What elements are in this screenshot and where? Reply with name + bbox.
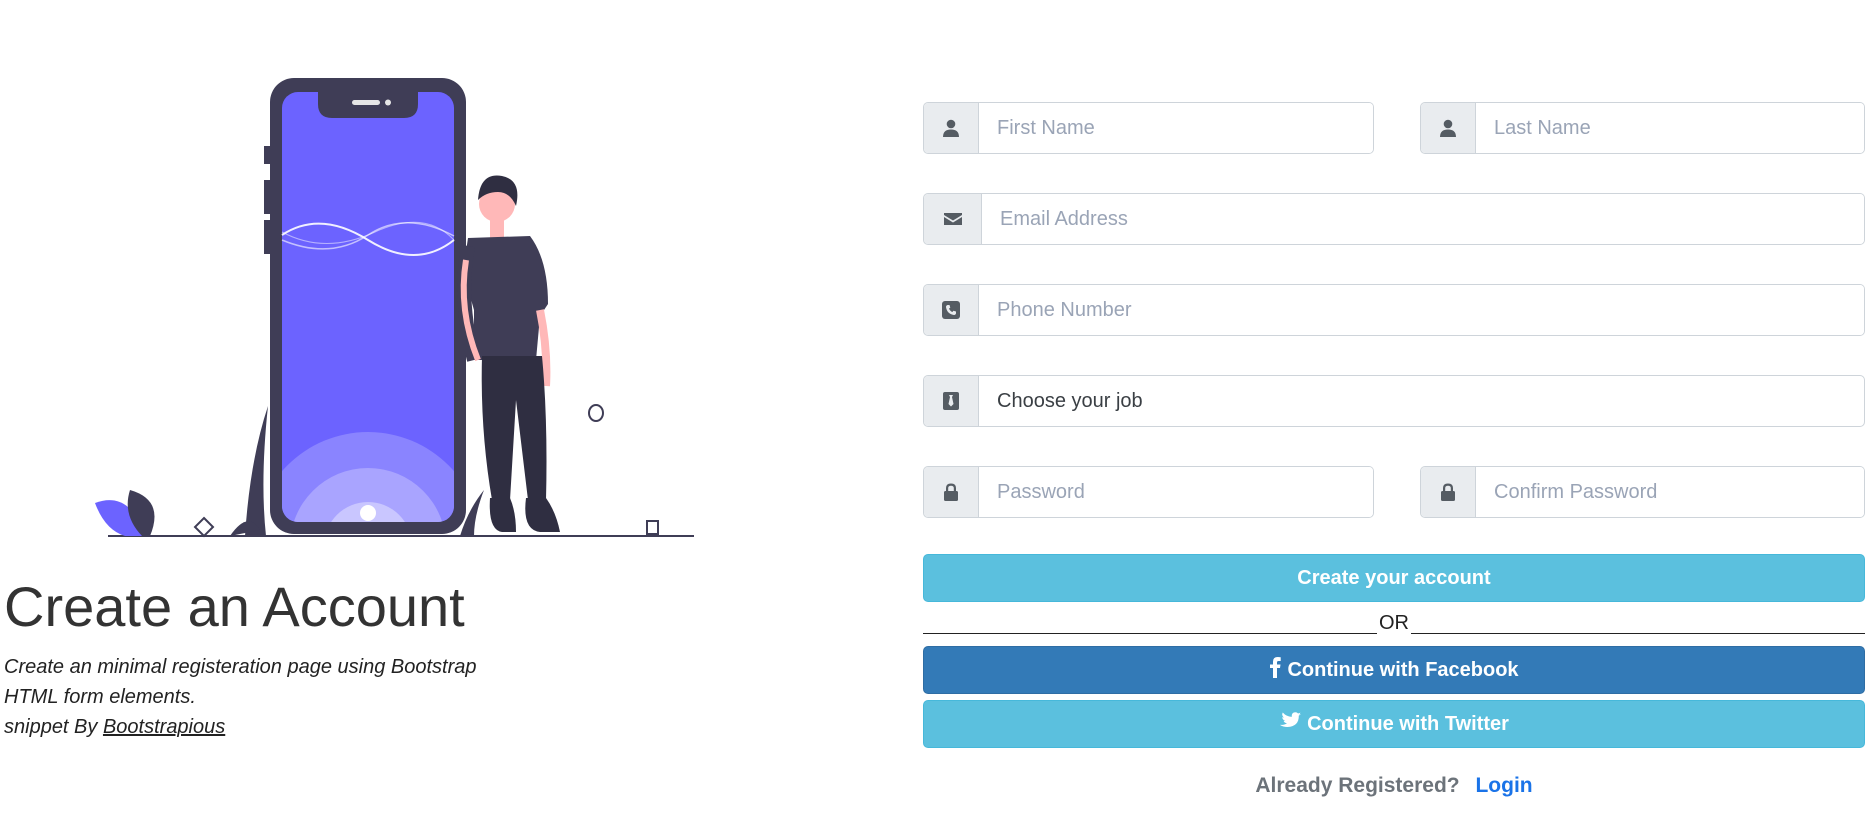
user-icon — [924, 103, 979, 153]
phone-person-illustration — [95, 78, 694, 538]
description-line-1: Create an minimal registeration page usi… — [4, 656, 477, 678]
or-text: OR — [1379, 612, 1409, 634]
confirm-password-input[interactable] — [1476, 467, 1864, 517]
confirm-password-group — [1420, 466, 1865, 518]
description-line-2: HTML form elements. — [4, 686, 196, 708]
password-input[interactable] — [979, 467, 1373, 517]
divider-rule-right — [1411, 612, 1865, 634]
create-account-button[interactable]: Create your account — [923, 554, 1865, 602]
tie-icon — [924, 376, 979, 426]
twitter-button-label: Continue with Twitter — [1307, 712, 1509, 735]
phone-square-icon — [924, 285, 979, 335]
twitter-login-button[interactable]: Continue with Twitter — [923, 700, 1865, 748]
password-group — [923, 466, 1374, 518]
envelope-icon — [924, 194, 982, 244]
job-select[interactable]: Choose your job — [979, 376, 1864, 426]
first-name-input[interactable] — [979, 103, 1373, 153]
first-name-group — [923, 102, 1374, 154]
twitter-icon — [1279, 711, 1302, 737]
facebook-icon — [1269, 656, 1282, 684]
lock-icon — [1421, 467, 1476, 517]
facebook-login-button[interactable]: Continue with Facebook — [923, 646, 1865, 694]
divider-rule-left — [923, 612, 1377, 634]
email-input[interactable] — [982, 194, 1864, 244]
phone-group — [923, 284, 1865, 336]
page-description: Create an minimal registeration page usi… — [4, 652, 524, 742]
facebook-button-label: Continue with Facebook — [1287, 658, 1519, 681]
email-group — [923, 193, 1865, 245]
job-select-group: Choose your job — [923, 375, 1865, 427]
last-name-input[interactable] — [1476, 103, 1864, 153]
login-link[interactable]: Login — [1475, 774, 1532, 797]
login-prompt-text: Already Registered? — [1255, 774, 1460, 797]
registration-page: Create an Account Create an minimal regi… — [0, 0, 1867, 830]
page-title: Create an Account — [4, 575, 465, 638]
or-divider: OR — [923, 604, 1865, 634]
snippet-credit: snippet By Bootstrapious — [4, 712, 524, 742]
phone-input[interactable] — [979, 285, 1864, 335]
user-icon — [1421, 103, 1476, 153]
login-prompt: Already Registered? Login — [923, 774, 1865, 798]
last-name-group — [1420, 102, 1865, 154]
snippet-prefix: snippet By — [4, 716, 98, 738]
lock-icon — [924, 467, 979, 517]
create-account-label: Create your account — [1297, 566, 1491, 589]
author-link[interactable]: Bootstrapious — [103, 716, 225, 738]
